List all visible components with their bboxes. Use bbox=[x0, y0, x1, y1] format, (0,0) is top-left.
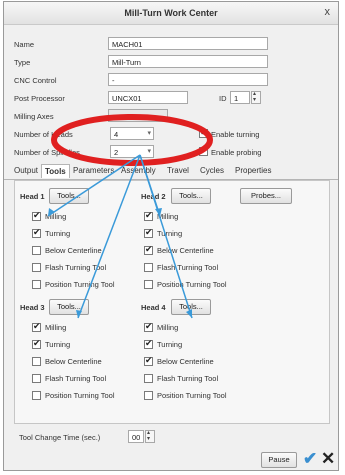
window-title: Mill-Turn Work Center bbox=[124, 8, 218, 18]
head-1-flash-turning-checkbox[interactable] bbox=[32, 263, 41, 272]
head-3-flash-turning-label: Flash Turning Tool bbox=[45, 374, 107, 383]
head-2-below-centerline-label: Below Centerline bbox=[157, 246, 214, 255]
head-3-turning-label: Turning bbox=[45, 340, 71, 349]
head-4-position-turning-label: Position Turning Tool bbox=[157, 391, 227, 400]
head-3-flash-turning-checkbox[interactable] bbox=[32, 374, 41, 383]
head-4-label: Head 4 bbox=[141, 303, 166, 312]
head-2-milling-label: Milling bbox=[157, 212, 179, 221]
tab-assembly[interactable]: Assembly bbox=[121, 166, 156, 175]
number-of-spindles-label: Number of Spindles bbox=[14, 148, 80, 157]
head-2-tools-button[interactable]: Tools... bbox=[171, 188, 211, 204]
close-icon[interactable]: ✕ bbox=[321, 449, 335, 469]
head-3-below-centerline-checkbox[interactable] bbox=[32, 357, 41, 366]
head-1-turning-label: Turning bbox=[45, 229, 71, 238]
tab-travel[interactable]: Travel bbox=[167, 166, 189, 175]
head-3-milling-checkbox[interactable] bbox=[32, 321, 41, 332]
post-processor-input[interactable]: UNCX01 bbox=[108, 91, 188, 104]
tab-tools[interactable]: Tools bbox=[41, 164, 70, 178]
head-2-milling-checkbox[interactable] bbox=[144, 210, 153, 221]
chevron-down-icon: ▾ bbox=[147, 130, 151, 137]
head-1-below-centerline-label: Below Centerline bbox=[45, 246, 102, 255]
head-4-turning-label: Turning bbox=[157, 340, 183, 349]
tool-change-time-label: Tool Change Time (sec.) bbox=[19, 433, 101, 442]
head-1-position-turning-checkbox[interactable] bbox=[32, 280, 41, 289]
number-of-spindles-dropdown[interactable]: 2 ▾ bbox=[110, 145, 154, 158]
type-input[interactable]: Mill-Turn bbox=[108, 55, 268, 68]
head-1-label: Head 1 bbox=[20, 192, 45, 201]
head-1-flash-turning-label: Flash Turning Tool bbox=[45, 263, 107, 272]
head-4-flash-turning-checkbox[interactable] bbox=[144, 374, 153, 383]
pause-button[interactable]: Pause bbox=[261, 452, 297, 468]
head-1-turning-checkbox[interactable] bbox=[32, 227, 41, 238]
cnc-control-label: CNC Control bbox=[14, 76, 57, 85]
tools-panel: Head 1 Tools... Milling Turning Below Ce… bbox=[14, 180, 330, 424]
enable-probing-checkbox[interactable] bbox=[199, 145, 208, 156]
head-3-turning-checkbox[interactable] bbox=[32, 338, 41, 349]
head-1-below-centerline-checkbox[interactable] bbox=[32, 246, 41, 255]
probes-button[interactable]: Probes... bbox=[240, 188, 292, 204]
head-4-tools-button[interactable]: Tools... bbox=[171, 299, 211, 315]
head-2-flash-turning-label: Flash Turning Tool bbox=[157, 263, 219, 272]
chevron-down-icon: ▾ bbox=[147, 148, 151, 155]
tab-bar: Output Tools Parameters Assembly Travel … bbox=[4, 164, 338, 180]
type-label: Type bbox=[14, 58, 31, 67]
head-1-milling-label: Milling bbox=[45, 212, 67, 221]
enable-turning-checkbox[interactable] bbox=[199, 127, 208, 138]
head-1-milling-checkbox[interactable] bbox=[32, 210, 41, 221]
head-2-position-turning-label: Position Turning Tool bbox=[157, 280, 227, 289]
head-1-position-turning-label: Position Turning Tool bbox=[45, 280, 115, 289]
head-4-below-centerline-label: Below Centerline bbox=[157, 357, 214, 366]
id-label: ID bbox=[219, 94, 227, 103]
head-3-label: Head 3 bbox=[20, 303, 45, 312]
number-of-heads-label: Number of Heads bbox=[14, 130, 73, 139]
tab-parameters[interactable]: Parameters bbox=[73, 166, 114, 175]
tab-properties[interactable]: Properties bbox=[235, 166, 271, 175]
tool-change-time-input[interactable]: 00 bbox=[128, 430, 144, 443]
id-input[interactable]: 1 bbox=[230, 91, 250, 104]
head-3-position-turning-label: Position Turning Tool bbox=[45, 391, 115, 400]
mill-turn-dialog: Mill-Turn Work Center x Name MACH01 Type… bbox=[3, 1, 339, 471]
checkmark-icon[interactable]: ✔ bbox=[303, 449, 317, 469]
head-4-turning-checkbox[interactable] bbox=[144, 338, 153, 349]
tab-output[interactable]: Output bbox=[14, 166, 38, 175]
head-2-turning-checkbox[interactable] bbox=[144, 227, 153, 238]
post-processor-label: Post Processor bbox=[14, 94, 65, 103]
enable-turning-label: Enable turning bbox=[211, 130, 260, 139]
id-spinner[interactable] bbox=[251, 90, 261, 104]
head-2-position-turning-checkbox[interactable] bbox=[144, 280, 153, 289]
tool-change-time-spinner[interactable] bbox=[145, 429, 155, 443]
tab-cycles[interactable]: Cycles bbox=[200, 166, 224, 175]
head-2-below-centerline-checkbox[interactable] bbox=[144, 244, 153, 255]
head-4-position-turning-checkbox[interactable] bbox=[144, 391, 153, 400]
head-2-flash-turning-checkbox[interactable] bbox=[144, 263, 153, 272]
head-3-position-turning-checkbox[interactable] bbox=[32, 391, 41, 400]
head-3-milling-label: Milling bbox=[45, 323, 67, 332]
head-3-tools-button[interactable]: Tools... bbox=[49, 299, 89, 315]
title-bar: Mill-Turn Work Center x bbox=[4, 2, 338, 25]
name-input[interactable]: MACH01 bbox=[108, 37, 268, 50]
milling-axes-label: Milling Axes bbox=[14, 112, 54, 121]
number-of-spindles-value: 2 bbox=[114, 148, 119, 157]
head-2-label: Head 2 bbox=[141, 192, 166, 201]
head-1-tools-button[interactable]: Tools... bbox=[49, 188, 89, 204]
head-3-below-centerline-label: Below Centerline bbox=[45, 357, 102, 366]
head-4-flash-turning-label: Flash Turning Tool bbox=[157, 374, 219, 383]
number-of-heads-dropdown[interactable]: 4 ▾ bbox=[110, 127, 154, 140]
close-icon[interactable]: x bbox=[325, 6, 331, 18]
name-label: Name bbox=[14, 40, 35, 49]
head-4-milling-checkbox[interactable] bbox=[144, 321, 153, 332]
cnc-control-input[interactable]: - bbox=[108, 73, 268, 86]
milling-axes-select[interactable] bbox=[108, 109, 168, 122]
head-2-turning-label: Turning bbox=[157, 229, 183, 238]
head-4-below-centerline-checkbox[interactable] bbox=[144, 355, 153, 366]
number-of-heads-value: 4 bbox=[114, 130, 119, 139]
head-4-milling-label: Milling bbox=[157, 323, 179, 332]
enable-probing-label: Enable probing bbox=[211, 148, 262, 157]
